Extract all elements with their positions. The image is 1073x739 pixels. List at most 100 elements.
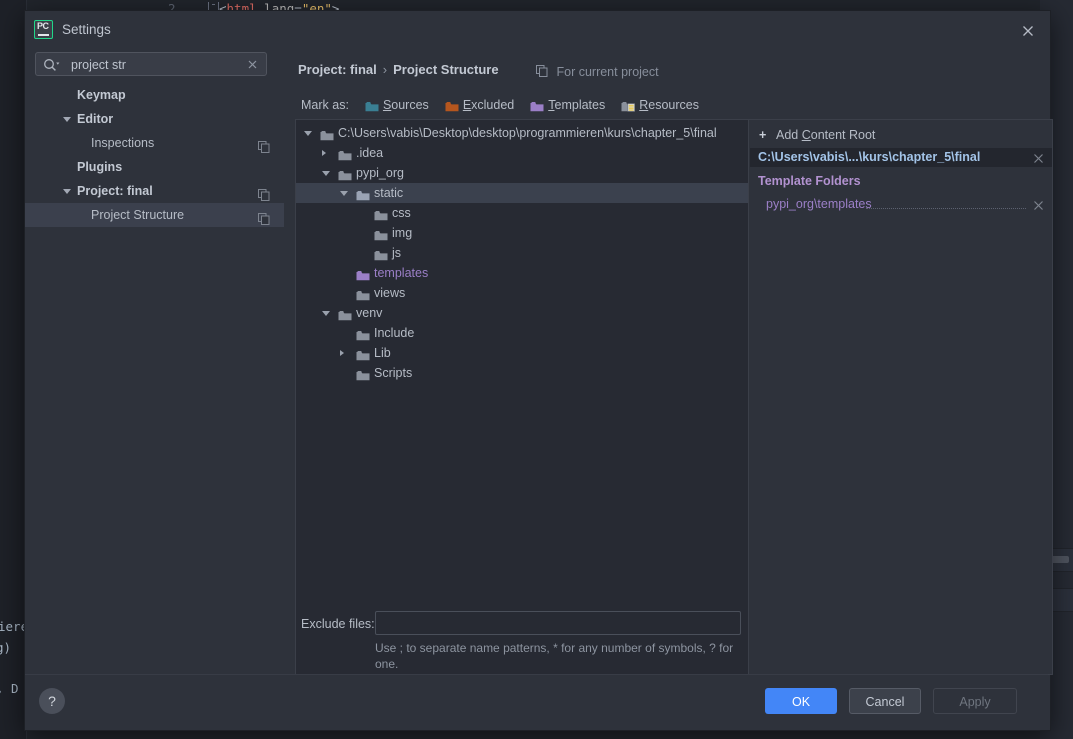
tree-row[interactable]: views (296, 283, 748, 303)
sidebar-item-label: Project Structure (91, 208, 185, 222)
plus-icon: + (759, 128, 767, 142)
copy-icon[interactable] (258, 209, 270, 233)
chevron-down-icon[interactable] (322, 311, 330, 316)
help-button[interactable]: ? (39, 688, 65, 714)
mark-as-label: Templates (548, 98, 606, 112)
chevron-down-icon[interactable] (304, 131, 312, 136)
tree-row-label: static (374, 186, 404, 200)
chevron-down-icon[interactable] (340, 191, 348, 196)
template-folder-path: pypi_org\templates (766, 197, 872, 211)
mark-as-toolbar: Mark as: Sources Excluded Templates Resource… (301, 98, 699, 114)
add-content-root-label: Add Content Root (776, 128, 876, 142)
scope-indicator: For current project (536, 65, 659, 80)
editor-bg-fragment: g) (0, 640, 12, 655)
breadcrumb-parent[interactable]: Project: final (298, 62, 377, 77)
exclude-files-hint: Use ; to separate name patterns, * for a… (375, 641, 734, 671)
exclude-files-label: Exclude files: (301, 617, 375, 631)
folder-icon (356, 367, 370, 387)
project-tree: C:\Users\vabis\Desktop\desktop\programmi… (296, 123, 748, 383)
clear-icon[interactable] (246, 58, 259, 76)
tree-row-label: venv (356, 306, 383, 320)
sidebar-item-label: Plugins (77, 160, 123, 174)
tree-row-label: pypi_org (356, 166, 404, 180)
chevron-right-icon[interactable] (322, 150, 326, 156)
editor-bg-fragment: , D (0, 681, 19, 696)
content-root-row[interactable]: C:\Users\vabis\...\kurs\chapter_5\final (750, 148, 1052, 167)
tree-row-label: css (392, 206, 411, 220)
folder-resources-icon (621, 101, 636, 115)
cancel-button[interactable]: Cancel (849, 688, 921, 714)
search-icon (43, 58, 60, 77)
tree-row[interactable]: venv (296, 303, 748, 323)
content-roots-panel: + Add Content Root C:\Users\vabis\...\kur… (749, 119, 1053, 675)
dialog-button-bar: ? OK Cancel Apply (25, 674, 1048, 730)
remove-icon[interactable] (1033, 151, 1044, 169)
exclude-files-input[interactable] (375, 611, 741, 635)
settings-dialog: PC Settings Keymap Editor Inspections Plugi… (24, 10, 1053, 731)
tree-row[interactable]: static (296, 183, 748, 203)
mark-as-excluded-button[interactable]: Excluded (445, 98, 514, 115)
content-root-path: C:\Users\vabis\...\kurs\chapter_5\final (758, 150, 981, 164)
dialog-title: Settings (62, 22, 111, 37)
copy-icon (536, 65, 551, 80)
template-folders-heading: Template Folders (758, 174, 861, 188)
sidebar-item-keymap[interactable]: Keymap (25, 83, 284, 107)
ok-button[interactable]: OK (765, 688, 837, 714)
sidebar-item-plugins[interactable]: Plugins (25, 155, 284, 179)
breadcrumb: Project: final › Project Structure (298, 62, 499, 77)
tree-row-label: views (374, 286, 406, 300)
template-folder-row[interactable]: pypi_org\templates (750, 195, 1052, 214)
tree-row[interactable]: pypi_org (296, 163, 748, 183)
tree-row[interactable]: css (296, 203, 748, 223)
dialog-titlebar: PC Settings (25, 11, 1050, 49)
mark-as-label: Resources (639, 98, 699, 112)
folder-sources-icon (365, 101, 379, 115)
tree-row[interactable]: Scripts (296, 363, 748, 383)
project-tree-panel[interactable]: C:\Users\vabis\Desktop\desktop\programmi… (295, 119, 749, 675)
sidebar-item-project-structure[interactable]: Project Structure (25, 203, 284, 227)
tree-row[interactable]: C:\Users\vabis\Desktop\desktop\programmi… (296, 123, 748, 143)
tree-row-label: .idea (356, 146, 384, 160)
page-title: Project Structure (393, 62, 499, 77)
chevron-right-icon[interactable] (340, 350, 344, 356)
chevron-down-icon[interactable] (322, 171, 330, 176)
breadcrumb-separator: › (382, 62, 388, 77)
chevron-down-icon[interactable] (63, 189, 71, 194)
tree-row[interactable]: templates (296, 263, 748, 283)
tree-row[interactable]: js (296, 243, 748, 263)
apply-button: Apply (933, 688, 1017, 714)
sidebar-item-inspections[interactable]: Inspections (25, 131, 284, 155)
search-input[interactable] (69, 53, 241, 77)
close-icon[interactable] (1018, 21, 1038, 41)
sidebar-item-label: Editor (77, 112, 114, 126)
mark-as-label: Mark as: (301, 98, 349, 112)
pycharm-logo-icon: PC (34, 20, 53, 39)
tree-row[interactable]: img (296, 223, 748, 243)
tree-row-label: templates (374, 266, 429, 280)
mark-as-label: Sources (382, 98, 429, 112)
mark-as-templates-button[interactable]: Templates (530, 98, 605, 115)
remove-icon[interactable] (1033, 198, 1044, 216)
scope-label: For current project (556, 65, 659, 79)
tree-row[interactable]: .idea (296, 143, 748, 163)
chevron-down-icon[interactable] (63, 117, 71, 122)
sidebar-item-label: Project: final (77, 184, 153, 198)
tree-row-label: Lib (374, 346, 391, 360)
search-field[interactable] (35, 52, 267, 77)
tree-row[interactable]: Include (296, 323, 748, 343)
mark-as-sources-button[interactable]: Sources (365, 98, 429, 115)
tree-row-label: Scripts (374, 366, 413, 380)
mark-as-label: Excluded (462, 98, 515, 112)
tree-row-label: img (392, 226, 413, 240)
add-content-root-button[interactable]: + Add Content Root (759, 128, 875, 142)
tree-row[interactable]: Lib (296, 343, 748, 363)
mark-as-resources-button[interactable]: Resources (621, 98, 699, 115)
dotted-leader (866, 208, 1026, 209)
tree-row-label: js (392, 246, 402, 260)
sidebar-item-label: Keymap (77, 88, 126, 102)
sidebar-item-project-final[interactable]: Project: final (25, 179, 284, 203)
sidebar-item-editor[interactable]: Editor (25, 107, 284, 131)
folder-excluded-icon (445, 101, 459, 115)
folder-templates-icon (530, 101, 544, 115)
settings-sidebar: Keymap Editor Inspections Plugins Project: f… (25, 83, 284, 688)
